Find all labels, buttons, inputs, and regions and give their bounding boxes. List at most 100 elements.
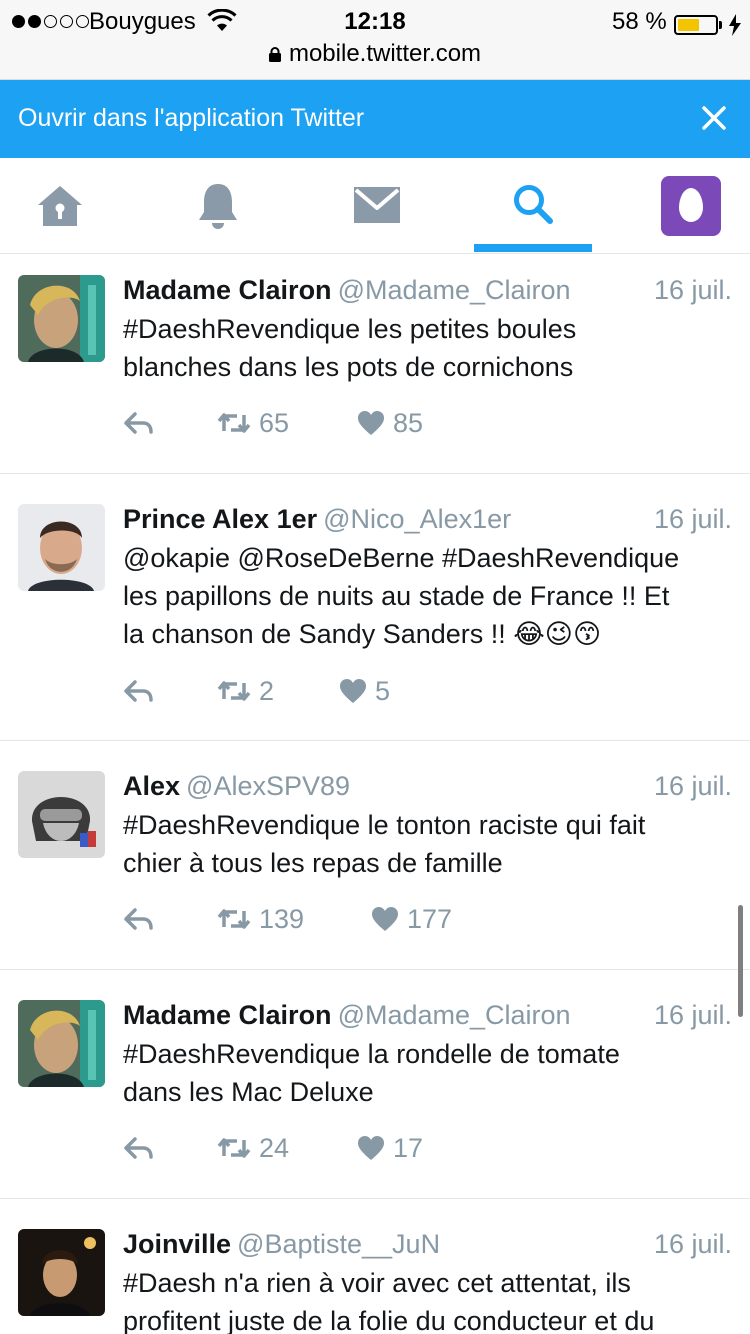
active-tab-indicator (474, 244, 592, 252)
tweet-date[interactable]: 16 juil. (654, 275, 732, 306)
tweet-text-line: #DaeshRevendique le tonton raciste qui f… (123, 810, 646, 840)
tweet-actions: 24 17 (123, 1128, 523, 1168)
reply-icon (124, 412, 153, 434)
username[interactable]: @Nico_Alex1er (323, 504, 511, 534)
tweet-date[interactable]: 16 juil. (654, 1000, 732, 1031)
tweet[interactable]: Madame Clairon @Madame_Clairon 16 juil. #… (0, 970, 750, 1199)
retweet-count: 24 (259, 1132, 290, 1163)
tweet-text-line: dans les Mac Deluxe (123, 1077, 374, 1107)
display-name[interactable]: Madame Clairon (123, 275, 332, 305)
display-name[interactable]: Prince Alex 1er (123, 504, 317, 534)
username[interactable]: @Madame_Clairon (338, 275, 571, 305)
tweet-text-line: les papillons de nuits au stade de Franc… (123, 581, 670, 611)
status-bar: Bouygues 12:18 58 % mobile.twitter.com (0, 0, 750, 80)
envelope-icon (354, 187, 400, 223)
lock-icon (268, 41, 281, 62)
retweet-count: 2 (259, 675, 275, 706)
tweet[interactable]: Alex @AlexSPV89 16 juil. #DaeshRevendique… (0, 741, 750, 970)
tab-home[interactable] (0, 158, 120, 254)
username[interactable]: @Madame_Clairon (338, 1000, 571, 1030)
like-button[interactable]: 17 (357, 1128, 423, 1168)
address-bar[interactable]: mobile.twitter.com (0, 40, 750, 68)
tweet[interactable]: Prince Alex 1er @Nico_Alex1er 16 juil. @o… (0, 474, 750, 741)
retweet-count: 139 (259, 903, 305, 934)
tweet-date[interactable]: 16 juil. (654, 771, 732, 802)
like-button[interactable]: 177 (371, 899, 452, 939)
like-count: 5 (375, 675, 391, 706)
tweet-text-line: #DaeshRevendique la rondelle de tomate (123, 1039, 620, 1069)
open-in-app-text[interactable]: Ouvrir dans l'application Twitter (18, 104, 364, 133)
avatar[interactable] (18, 1000, 105, 1087)
tweet-text: #Daesh n'a rien à voir avec cet attentat… (123, 1264, 735, 1334)
tab-profile[interactable] (661, 176, 721, 236)
reply-icon (124, 908, 153, 930)
reply-button[interactable] (123, 1128, 155, 1168)
retweet-button[interactable]: 139 (217, 899, 304, 939)
url-text: mobile.twitter.com (288, 40, 482, 67)
tweet-header: Prince Alex 1er @Nico_Alex1er 16 juil. (123, 504, 732, 535)
retweet-button[interactable]: 24 (217, 1128, 289, 1168)
like-button[interactable]: 85 (357, 403, 423, 443)
retweet-icon (217, 1138, 251, 1158)
tweet-text: @okapie @RoseDeBerne #DaeshRevendique le… (123, 539, 735, 653)
tweet-text-line: #DaeshRevendique les petites boules (123, 314, 577, 344)
reply-button[interactable] (123, 899, 155, 939)
username[interactable]: @AlexSPV89 (186, 771, 350, 801)
battery-percentage: 58 % (612, 8, 667, 35)
battery-tip (719, 21, 722, 29)
heart-icon (358, 1136, 384, 1160)
retweet-icon (217, 413, 251, 433)
tweet-text-line: la chanson de Sandy Sanders !! 😂😉😙 (123, 619, 602, 649)
open-in-app-banner[interactable]: Ouvrir dans l'application Twitter (0, 80, 750, 158)
battery-icon (674, 15, 718, 35)
tweet-text: #DaeshRevendique les petites boules blan… (123, 310, 735, 386)
heart-icon (340, 679, 366, 703)
tweet[interactable]: Madame Clairon @Madame_Clairon 16 juil. #… (0, 255, 750, 474)
close-icon[interactable] (696, 100, 732, 136)
like-count: 177 (407, 903, 453, 934)
tweet-text: #DaeshRevendique la rondelle de tomate d… (123, 1035, 735, 1111)
tweet-date[interactable]: 16 juil. (654, 504, 732, 535)
reply-button[interactable] (123, 671, 155, 711)
bell-icon (199, 184, 237, 229)
heart-icon (358, 411, 384, 435)
retweet-icon (217, 681, 251, 701)
retweet-button[interactable]: 65 (217, 403, 289, 443)
tweet-text: #DaeshRevendique le tonton raciste qui f… (123, 806, 735, 882)
retweet-count: 65 (259, 407, 290, 438)
avatar[interactable] (18, 275, 105, 362)
tweet-actions: 65 85 (123, 403, 523, 443)
display-name[interactable]: Madame Clairon (123, 1000, 332, 1030)
tweet-text-line: blanches dans les pots de cornichons (123, 352, 574, 382)
tweet-header: Madame Clairon @Madame_Clairon 16 juil. (123, 275, 732, 306)
tweet-text-line: #Daesh n'a rien à voir avec cet attentat… (123, 1268, 631, 1298)
like-button[interactable]: 5 (339, 671, 390, 711)
tweet-text-line: @okapie @RoseDeBerne #DaeshRevendique (123, 543, 680, 573)
retweet-icon (217, 909, 251, 929)
tweet-text-line: chier à tous les repas de famille (123, 848, 503, 878)
scrollbar[interactable] (738, 905, 743, 1017)
like-count: 17 (393, 1132, 424, 1163)
avatar[interactable] (18, 1229, 105, 1316)
tweet-actions: 139 177 (123, 899, 523, 939)
reply-icon (124, 680, 153, 702)
username[interactable]: @Baptiste__JuN (237, 1229, 440, 1259)
avatar[interactable] (18, 504, 105, 591)
tweet-date[interactable]: 16 juil. (654, 1229, 732, 1260)
home-icon (38, 186, 82, 226)
tweet[interactable]: Joinville @Baptiste__JuN 16 juil. #Daesh … (0, 1199, 750, 1334)
reply-button[interactable] (123, 403, 155, 443)
avatar[interactable] (18, 771, 105, 858)
tab-notifications[interactable] (156, 158, 276, 254)
retweet-button[interactable]: 2 (217, 671, 274, 711)
display-name[interactable]: Joinville (123, 1229, 231, 1259)
tab-search[interactable] (474, 158, 594, 254)
tab-messages[interactable] (316, 158, 436, 254)
tweet-header: Alex @AlexSPV89 16 juil. (123, 771, 732, 802)
search-icon (514, 185, 553, 224)
profile-egg-icon (679, 188, 703, 222)
display-name[interactable]: Alex (123, 771, 180, 801)
tweet-header: Madame Clairon @Madame_Clairon 16 juil. (123, 1000, 732, 1031)
tab-bar (0, 158, 750, 254)
charging-bolt-icon (729, 14, 741, 36)
